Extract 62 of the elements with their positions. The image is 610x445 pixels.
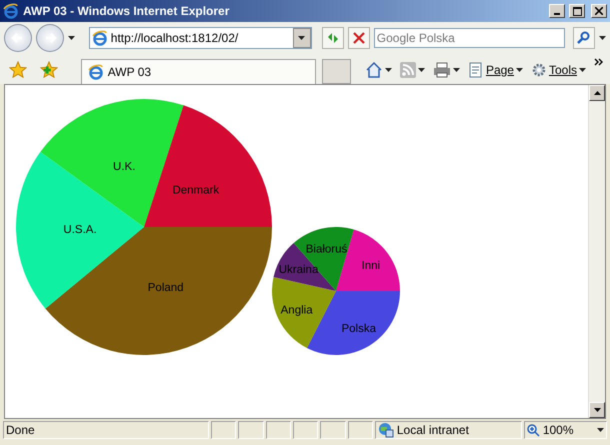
caret-icon[interactable] — [418, 68, 425, 72]
status-panel — [238, 421, 264, 439]
slice-label: Polska — [341, 323, 376, 336]
caret-icon[interactable] — [578, 68, 586, 72]
close-button[interactable] — [591, 4, 607, 18]
page-icon[interactable] — [468, 62, 484, 78]
search-button[interactable] — [573, 27, 596, 49]
network-icon — [378, 422, 394, 438]
back-button[interactable] — [4, 24, 32, 52]
ie-logo-icon — [88, 64, 104, 80]
status-text: Done — [6, 423, 35, 437]
address-field[interactable]: http://localhost:1812/02/ — [88, 27, 312, 49]
slice-label: Denmark — [172, 184, 220, 196]
scroll-down-button[interactable] — [589, 402, 605, 418]
zoom-control[interactable]: 100% — [524, 421, 608, 439]
up-arrow-icon — [594, 91, 600, 95]
status-panel — [211, 421, 236, 439]
stop-button[interactable] — [348, 27, 370, 49]
favorites-star-icon[interactable] — [8, 61, 27, 79]
zone-text: Local intranet — [396, 423, 469, 437]
zoom-icon — [526, 424, 540, 436]
maximize-button[interactable] — [569, 4, 585, 18]
search-field[interactable]: Google Polska — [374, 28, 566, 48]
scrollbar[interactable] — [588, 85, 605, 418]
slice-label: Inni — [362, 260, 380, 272]
status-panel — [320, 421, 346, 439]
maximize-icon — [572, 6, 582, 16]
scroll-up-button[interactable] — [589, 85, 605, 101]
slice-label: U.S.A. — [63, 224, 97, 236]
search-icon — [577, 31, 592, 45]
caret-icon[interactable] — [68, 36, 75, 40]
menu-item[interactable]: Tools — [548, 63, 577, 77]
close-icon — [595, 7, 603, 15]
minimize-button[interactable] — [549, 4, 565, 18]
status-panel — [292, 421, 318, 439]
home-icon[interactable] — [364, 61, 383, 79]
slice-label: Ukraina — [278, 264, 318, 276]
slice-label: Poland — [148, 282, 184, 294]
printer-icon[interactable] — [432, 62, 451, 78]
ie-logo-icon — [92, 30, 108, 46]
caret-icon[interactable] — [599, 36, 606, 40]
dropdown-button[interactable] — [292, 28, 311, 48]
close-icon — [352, 32, 365, 44]
down-arrow-icon — [594, 408, 600, 412]
caret-icon[interactable] — [298, 36, 306, 40]
caret-icon[interactable] — [452, 68, 460, 72]
status-panel — [266, 421, 291, 439]
slice-label: Anglia — [280, 304, 313, 317]
menu-item[interactable]: Page — [486, 63, 514, 77]
window-title: AWP 03 - Windows Internet Explorer — [23, 4, 230, 18]
slice-label: Białoruś — [306, 244, 348, 256]
add-favorite-icon[interactable] — [40, 61, 58, 79]
refresh-button[interactable] — [322, 27, 344, 49]
gear-icon[interactable] — [530, 62, 547, 78]
browser-tab[interactable]: AWP 03 — [80, 59, 316, 84]
caret-icon[interactable] — [516, 68, 523, 72]
status-panel — [348, 421, 373, 439]
caret-icon[interactable] — [384, 68, 392, 72]
ie-logo-icon — [3, 3, 19, 19]
slice-label: U.K. — [113, 161, 136, 174]
caret-icon[interactable] — [597, 428, 604, 432]
chevron-icon[interactable] — [594, 58, 604, 66]
